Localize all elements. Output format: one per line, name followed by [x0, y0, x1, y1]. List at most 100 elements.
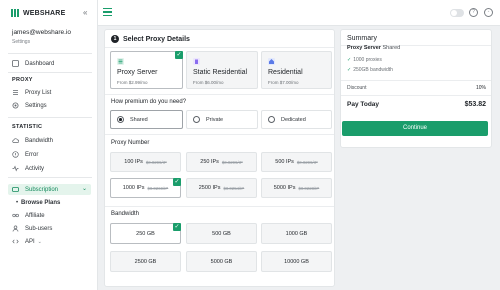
- summary-feature: ✓ 1000 proxies: [347, 57, 382, 63]
- sidebar-item-dashboard[interactable]: Dashboard: [12, 60, 54, 67]
- radio-icon: [268, 116, 275, 123]
- collapse-sidebar-icon[interactable]: «: [83, 8, 87, 17]
- sidebar-item-error[interactable]: Error: [12, 151, 38, 158]
- proxy-type-title: Residential: [268, 69, 303, 76]
- brand-name: WEBSHARE: [23, 9, 66, 17]
- option-value: 250 IPs: [200, 159, 219, 165]
- option-price: $0.0299/IP: [221, 159, 243, 165]
- affiliate-icon: [12, 212, 19, 219]
- step-number: 1: [111, 35, 119, 43]
- option-price: $0.0254/IP: [223, 185, 245, 191]
- summary-feature-text: 1000 proxies: [353, 57, 382, 63]
- sidebar-item-bandwidth[interactable]: Bandwidth: [12, 137, 53, 144]
- radio-icon: [117, 116, 124, 123]
- proxy-number-option[interactable]: 100 IPs $0.0299/IP: [110, 152, 181, 172]
- bandwidth-option[interactable]: 1000 GB: [261, 223, 332, 244]
- sidebar-item-activity[interactable]: Activity: [12, 165, 44, 172]
- proxy-type-title: Static Residential: [193, 69, 248, 76]
- summary-title: Summary: [347, 35, 377, 42]
- sidebar-item-settings[interactable]: Settings: [12, 102, 47, 109]
- section-label-statistic: STATISTIC: [12, 124, 43, 130]
- proxy-number-option[interactable]: 250 IPs $0.0299/IP: [186, 152, 257, 172]
- account-info[interactable]: james@webshare.io Settings: [12, 29, 71, 45]
- summary-product: Proxy Server Shared: [347, 45, 400, 51]
- sidebar: WEBSHARE « james@webshare.io Settings Da…: [0, 0, 98, 290]
- dashboard-icon: [12, 60, 19, 67]
- account-email: james@webshare.io: [12, 29, 71, 36]
- radio-icon: [193, 116, 200, 123]
- proxy-type-card-static-residential[interactable]: Static Residential From $6.00/mo: [186, 51, 258, 89]
- summary-product-tier: Shared: [382, 45, 401, 51]
- check-icon: ✓: [347, 57, 352, 63]
- option-price: $0.0299/IP: [145, 159, 167, 165]
- gear-icon: [12, 102, 19, 109]
- premium-option-dedicated[interactable]: Dedicated: [261, 110, 332, 129]
- users-icon: [12, 225, 19, 232]
- proxy-number-option[interactable]: 500 IPs $0.0299/IP: [261, 152, 332, 172]
- option-value: 5000 GB: [210, 258, 233, 265]
- option-value: 1000 GB: [285, 230, 308, 237]
- sidebar-item-label: Affiliate: [25, 212, 45, 219]
- sidebar-item-api[interactable]: API ⌄: [12, 238, 42, 245]
- bandwidth-option[interactable]: 250 GB ✓: [110, 223, 181, 244]
- sidebar-item-label: API: [25, 238, 35, 245]
- theme-toggle[interactable]: [450, 9, 464, 17]
- code-icon: [12, 238, 19, 245]
- sidebar-item-browse-plans[interactable]: Browse Plans: [21, 200, 60, 206]
- option-value: 250 GB: [136, 230, 155, 237]
- premium-option-label: Private: [206, 116, 224, 123]
- webshare-logo-icon: [11, 9, 20, 17]
- pay-today-label: Pay Today: [347, 101, 380, 108]
- sidebar-item-label: Proxy List: [25, 89, 52, 96]
- continue-button[interactable]: Continue: [342, 121, 488, 136]
- option-value: 2500 IPs: [198, 185, 221, 191]
- divider: [105, 206, 334, 207]
- sidebar-item-label: Error: [25, 151, 39, 158]
- premium-option-shared[interactable]: Shared: [110, 110, 183, 129]
- divider: [8, 177, 92, 178]
- proxy-type-price: From $7.00/mo: [268, 80, 299, 85]
- discount-label: Discount: [347, 85, 367, 91]
- step-header: 1 Select Proxy Details: [111, 35, 190, 43]
- section-label-proxy: PROXY: [12, 77, 33, 83]
- proxy-number-option[interactable]: 1000 IPs $0.0269/IP ✓: [110, 178, 181, 198]
- bandwidth-option[interactable]: 5000 GB: [186, 251, 257, 272]
- building-icon: [193, 58, 200, 65]
- sidebar-item-affiliate[interactable]: Affiliate: [12, 212, 45, 219]
- option-value: 500 IPs: [275, 159, 294, 165]
- divider: [341, 80, 491, 81]
- proxy-type-card-residential[interactable]: Residential From $7.00/mo: [261, 51, 332, 89]
- option-value: 10000 GB: [284, 258, 309, 265]
- bandwidth-option[interactable]: 500 GB: [186, 223, 257, 244]
- proxy-number-option[interactable]: 5000 IPs $0.0228/IP: [261, 178, 332, 198]
- divider: [8, 53, 92, 54]
- profile-icon[interactable]: ◦: [484, 8, 493, 17]
- check-icon: ✓: [175, 51, 183, 59]
- divider: [8, 117, 92, 118]
- help-icon[interactable]: ?: [469, 8, 478, 17]
- cloud-icon: [12, 137, 19, 144]
- option-value: 500 GB: [212, 230, 231, 237]
- proxy-type-card-proxy-server[interactable]: Proxy Server From $2.99/mo ✓: [110, 51, 183, 89]
- option-price: $0.0299/IP: [296, 159, 318, 165]
- chevron-down-icon[interactable]: ⌄: [82, 185, 87, 192]
- server-icon: [117, 58, 124, 65]
- bandwidth-option[interactable]: 2500 GB: [110, 251, 181, 272]
- bandwidth-option[interactable]: 10000 GB: [261, 251, 332, 272]
- sidebar-item-subscription[interactable]: Subscription: [12, 186, 58, 193]
- sidebar-item-label: Subscription: [25, 186, 59, 193]
- chevron-down-icon[interactable]: ⌄: [38, 239, 42, 245]
- premium-option-label: Shared: [130, 116, 148, 123]
- menu-icon[interactable]: [103, 8, 112, 18]
- sidebar-item-sub-users[interactable]: Sub-users: [12, 225, 52, 232]
- divider: [8, 72, 92, 73]
- check-icon: ✓: [347, 67, 352, 73]
- premium-option-private[interactable]: Private: [186, 110, 258, 129]
- proxy-number-label: Proxy Number: [111, 140, 150, 146]
- alert-circle-icon: [12, 151, 19, 158]
- account-settings-link[interactable]: Settings: [12, 39, 71, 45]
- option-value: 5000 IPs: [273, 185, 296, 191]
- proxy-number-option[interactable]: 2500 IPs $0.0254/IP: [186, 178, 257, 198]
- sidebar-item-proxy-list[interactable]: Proxy List: [12, 89, 51, 96]
- brand-logo[interactable]: WEBSHARE: [11, 9, 65, 17]
